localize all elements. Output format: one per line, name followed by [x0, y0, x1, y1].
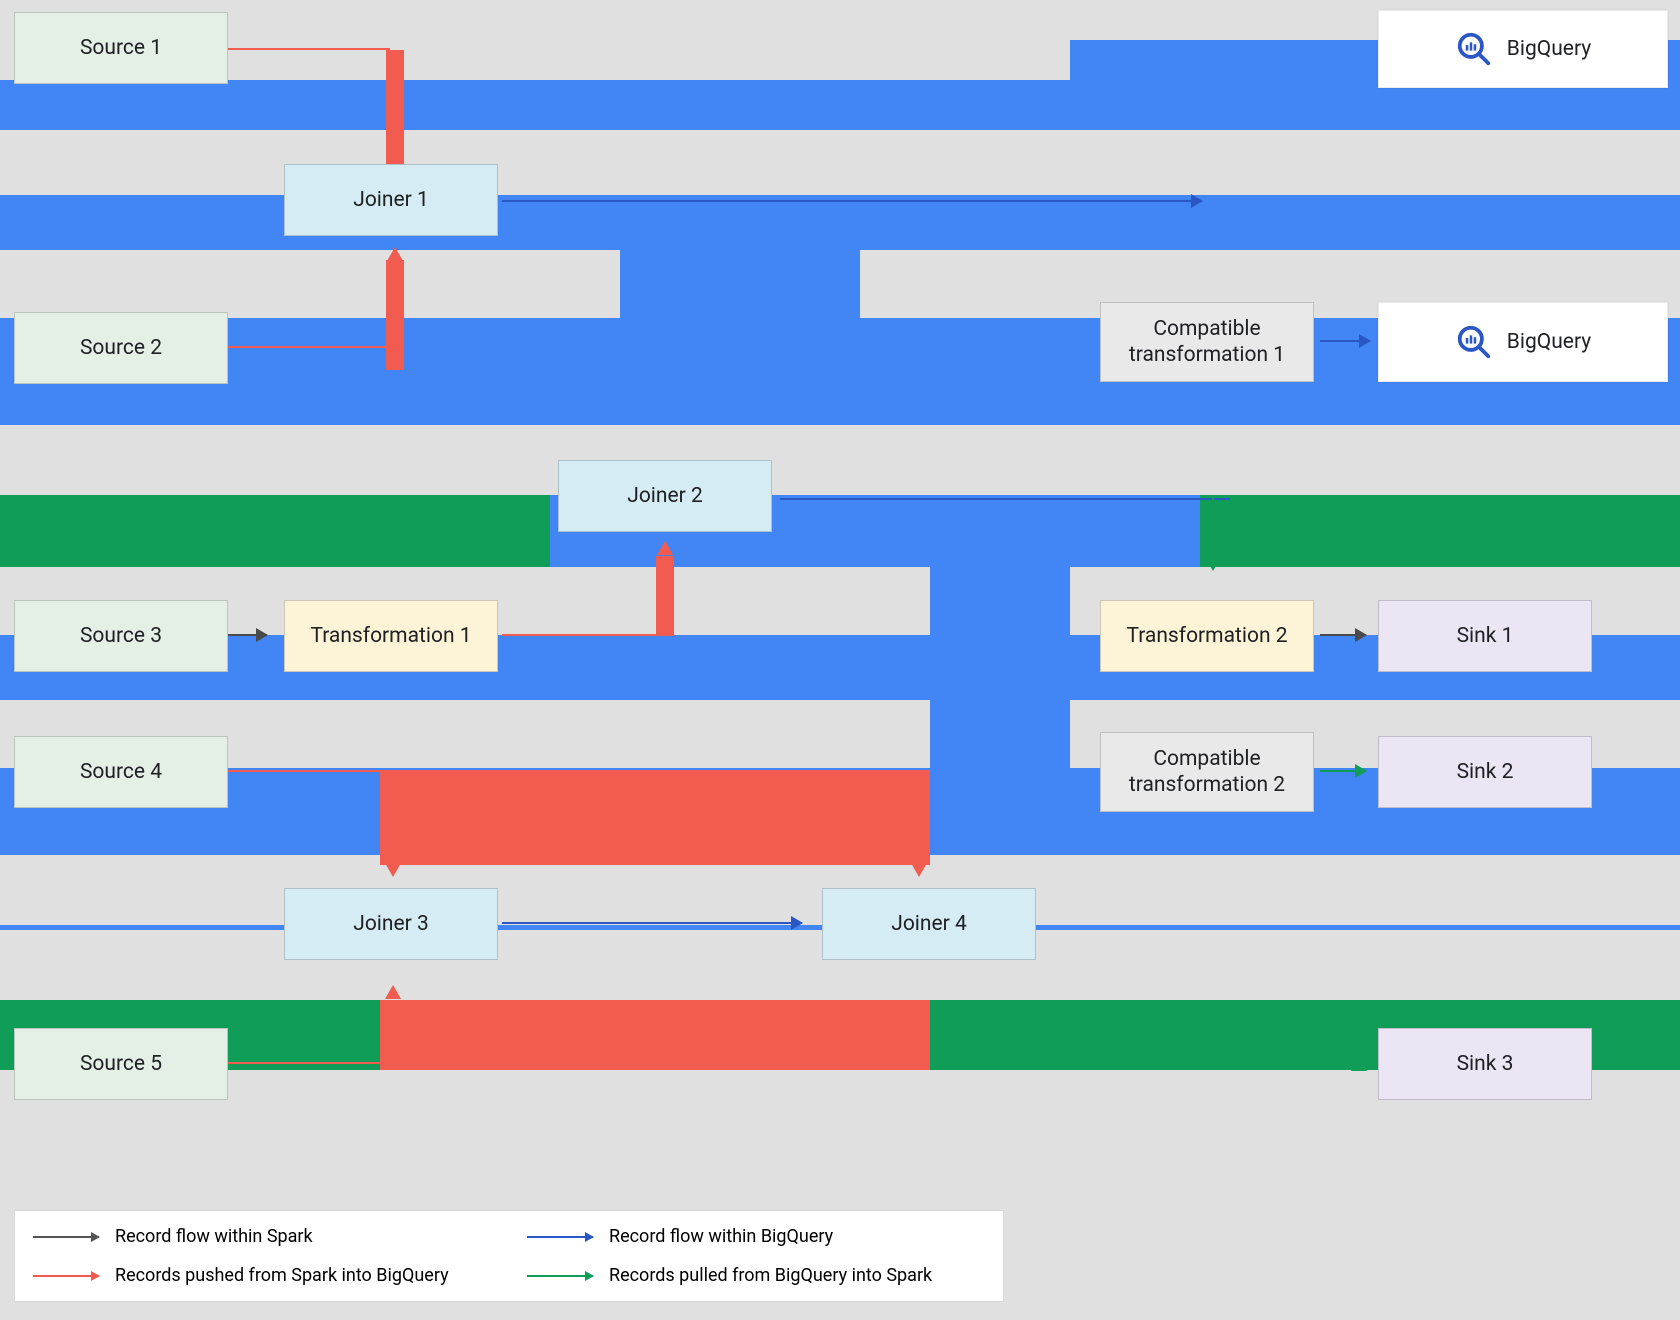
node-joiner-4: Joiner 4: [822, 888, 1036, 960]
arrow: [656, 542, 674, 556]
spark-pull-band: [0, 495, 550, 567]
legend-swatch-black-arrow: [33, 1236, 99, 1238]
node-sink-3: Sink 3: [1378, 1028, 1592, 1100]
node-source-4: Source 4: [14, 736, 228, 808]
node-source-3: Source 3: [14, 600, 228, 672]
legend-swatch-green-arrow: [527, 1275, 593, 1277]
node-label: Compatible transformation 1: [1109, 316, 1305, 369]
arrow: [1350, 1058, 1368, 1072]
node-label: Joiner 4: [891, 911, 967, 937]
node-transformation-2: Transformation 2: [1100, 600, 1314, 672]
diagram-canvas: Source 1 BigQuery Joiner 1 Source 2 Comp…: [0, 0, 1680, 1320]
node-label: Joiner 1: [353, 187, 429, 213]
node-compat-transformation-1: Compatible transformation 1: [1100, 302, 1314, 382]
node-label: Sink 2: [1457, 759, 1514, 785]
node-label: BigQuery: [1507, 329, 1591, 355]
arrow: [386, 248, 404, 262]
legend-label: Records pulled from BigQuery into Spark: [609, 1265, 932, 1286]
node-label: Compatible transformation 2: [1109, 746, 1305, 799]
edge-joiner2-out: [780, 498, 1230, 500]
push-band: [386, 50, 404, 160]
arrow: [910, 862, 928, 876]
push-band: [380, 770, 930, 865]
bigquery-icon: [1455, 323, 1493, 361]
node-label: Joiner 2: [627, 483, 703, 509]
node-joiner-2: Joiner 2: [558, 460, 772, 532]
spacer: [1070, 130, 1680, 195]
node-label: Source 3: [80, 623, 162, 649]
push-band: [380, 1000, 930, 1070]
spacer: [0, 250, 620, 318]
edge-source3-to-trans1: [225, 634, 267, 636]
node-sink-1: Sink 1: [1378, 600, 1592, 672]
node-transformation-1: Transformation 1: [284, 600, 498, 672]
node-label: Transformation 1: [310, 623, 471, 649]
legend-item-pull: Records pulled from BigQuery into Spark: [509, 1256, 1003, 1295]
node-label: Joiner 3: [353, 911, 429, 937]
legend: Record flow within Spark Record flow wit…: [14, 1210, 1004, 1302]
node-joiner-3: Joiner 3: [284, 888, 498, 960]
node-label: Source 1: [80, 35, 162, 61]
edge-source2-to-joiner1: [225, 346, 390, 348]
spark-pull-band: [1200, 495, 1680, 567]
edge-joiner2-to-trans2: [1212, 498, 1214, 558]
node-label: BigQuery: [1507, 36, 1591, 62]
arrow: [1204, 556, 1222, 570]
node-source-2: Source 2: [14, 312, 228, 384]
legend-item-push: Records pushed from Spark into BigQuery: [15, 1256, 509, 1295]
node-joiner-1: Joiner 1: [284, 164, 498, 236]
node-label: Source 2: [80, 335, 162, 361]
node-bigquery-sink: BigQuery: [1378, 10, 1668, 88]
edge-trans1-to-joiner2: [502, 634, 660, 636]
legend-label: Record flow within Spark: [115, 1226, 313, 1247]
legend-item-spark-flow: Record flow within Spark: [15, 1217, 509, 1256]
node-source-1: Source 1: [14, 12, 228, 84]
edge-joiner3-to-joiner4: [502, 922, 802, 924]
push-band: [656, 556, 674, 636]
legend-swatch-blue-arrow: [527, 1236, 593, 1238]
legend-item-bq-flow: Record flow within BigQuery: [509, 1217, 1003, 1256]
edge-joiner1-to-compat1: [502, 200, 1202, 202]
edge-source5-to-joiner3: [225, 1062, 385, 1064]
spacer: [1215, 425, 1680, 495]
legend-label: Records pushed from Spark into BigQuery: [115, 1265, 449, 1286]
node-sink-2: Sink 2: [1378, 736, 1592, 808]
node-compat-transformation-2: Compatible transformation 2: [1100, 732, 1314, 812]
edge-source4-to-joiner3: [225, 770, 385, 772]
node-label: Source 5: [80, 1051, 162, 1077]
node-label: Transformation 2: [1126, 623, 1287, 649]
arrow: [384, 986, 402, 1000]
edge-source1-to-joiner1: [225, 48, 390, 50]
edge-compat1-to-bigquery: [1320, 340, 1370, 342]
spacer: [0, 130, 1070, 195]
node-label: Sink 3: [1457, 1051, 1514, 1077]
node-label: Source 4: [80, 759, 162, 785]
node-source-5: Source 5: [14, 1028, 228, 1100]
spacer: [0, 0, 1680, 10]
push-band: [386, 260, 404, 370]
legend-swatch-red-arrow: [33, 1275, 99, 1277]
legend-label: Record flow within BigQuery: [609, 1226, 833, 1247]
node-label: Sink 1: [1457, 623, 1514, 649]
bigquery-icon: [1455, 30, 1493, 68]
edge-compat2-to-sink2: [1320, 770, 1366, 772]
node-bigquery-sink: BigQuery: [1378, 302, 1668, 382]
arrow: [384, 862, 402, 876]
edge-trans2-to-sink1: [1320, 634, 1366, 636]
